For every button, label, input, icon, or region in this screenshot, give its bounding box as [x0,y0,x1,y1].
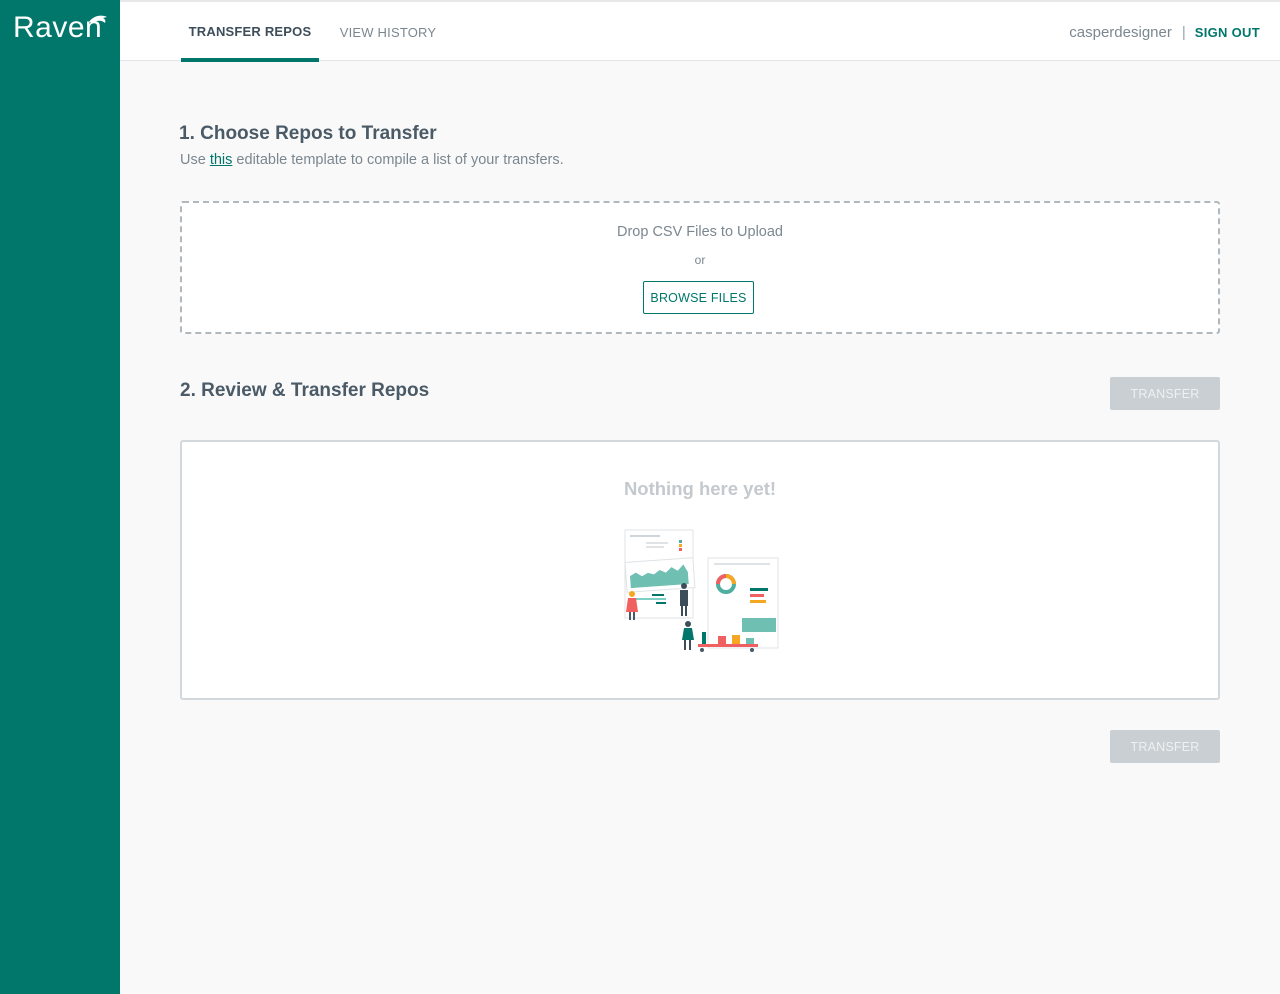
top-navigation: TRANSFER REPOS VIEW HISTORY casperdesign… [120,0,1280,62]
review-list: Nothing here yet! [180,440,1220,700]
desc-suffix: editable template to compile a list of y… [232,152,564,168]
user-area: casperdesigner | SIGN OUT [1069,2,1260,62]
transfer-button-bottom[interactable]: TRANSFER [1110,730,1220,763]
transfer-button-top[interactable]: TRANSFER [1110,377,1220,410]
raven-bird-icon [89,15,107,23]
nav-separator: | [1181,23,1186,41]
tab-transfer-repos[interactable]: TRANSFER REPOS [181,2,319,62]
template-link[interactable]: this [210,152,233,168]
dashboard-team-illustration [624,529,779,652]
raven-logo[interactable]: Raven [13,12,107,44]
username: casperdesigner [1069,23,1172,41]
tab-view-history[interactable]: VIEW HISTORY [333,2,443,62]
sign-out-button[interactable]: SIGN OUT [1195,25,1260,40]
browse-files-button[interactable]: BROWSE FILES [643,281,754,314]
choose-repos-description: Use this editable template to compile a … [180,152,564,168]
csv-dropzone[interactable]: Drop CSV Files to Upload or BROWSE FILES [180,201,1220,334]
sidebar: Raven [0,0,120,994]
desc-prefix: Use [180,152,210,168]
dropzone-or: or [694,253,706,267]
dropzone-title: Drop CSV Files to Upload [616,224,783,240]
empty-state-text: Nothing here yet! [623,478,777,499]
review-transfer-title: 2. Review & Transfer Repos [180,380,430,401]
choose-repos-title: 1. Choose Repos to Transfer [179,123,437,144]
